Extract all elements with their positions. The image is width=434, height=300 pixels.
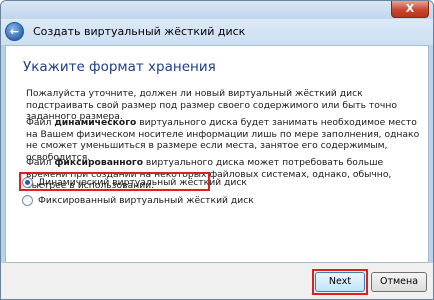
page-title: Укажите формат хранения bbox=[23, 59, 216, 75]
fixed-desc-bold: фиксированного bbox=[54, 157, 144, 168]
fixed-disk-label: Фиксированный виртуальный жёсткий диск bbox=[38, 194, 254, 206]
radio-unchecked-icon[interactable] bbox=[22, 194, 33, 206]
fixed-disk-option[interactable]: Фиксированный виртуальный жёсткий диск bbox=[22, 192, 254, 208]
close-button[interactable]: X bbox=[391, 1, 429, 18]
fixed-desc-prefix: Файл bbox=[26, 157, 55, 168]
dynamic-disk-option[interactable]: Динамический виртуальный жёсткий диск bbox=[22, 174, 247, 190]
radio-checked-icon[interactable] bbox=[22, 176, 33, 188]
back-arrow-icon[interactable]: ← bbox=[5, 22, 24, 41]
next-button[interactable]: Next bbox=[315, 272, 365, 292]
cancel-button[interactable]: Отмена bbox=[371, 272, 427, 292]
title-bar: X bbox=[1, 1, 433, 19]
dynamic-desc-prefix: Файл bbox=[26, 117, 55, 128]
wizard-footer: Next Отмена bbox=[1, 263, 433, 299]
wizard-header: ← Создать виртуальный жёсткий диск bbox=[1, 19, 433, 45]
dynamic-desc-bold: динамического bbox=[54, 117, 137, 128]
wizard-content: Укажите формат хранения Пожалуйста уточн… bbox=[5, 45, 429, 263]
wizard-window: X ← Создать виртуальный жёсткий диск Ука… bbox=[0, 0, 434, 300]
dynamic-disk-label: Динамический виртуальный жёсткий диск bbox=[38, 176, 247, 188]
window-title: Создать виртуальный жёсткий диск bbox=[33, 25, 246, 38]
